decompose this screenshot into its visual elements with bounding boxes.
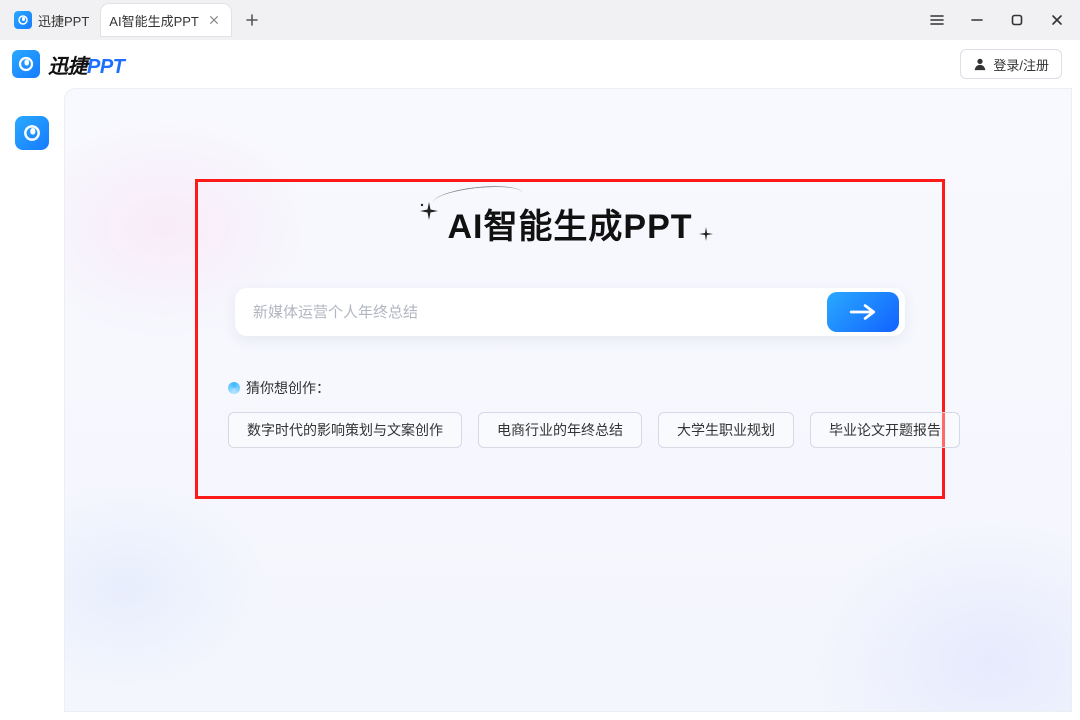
prompt-input[interactable]: [253, 292, 827, 332]
sparkle-icon: [419, 201, 439, 226]
suggestions-label: 猜你想创作：: [228, 378, 960, 398]
tab-label: AI智能生成PPT: [109, 11, 199, 30]
left-rail: [0, 88, 64, 720]
brand-icon: [12, 50, 40, 78]
sparkle-icon: [228, 382, 240, 394]
sparkle-icon: [699, 227, 713, 246]
suggestion-chip[interactable]: 数字时代的影响策划与文案创作: [228, 412, 462, 448]
hero: AI智能生成PPT 猜你想创作： 数字时代: [230, 199, 910, 448]
content-area: AI智能生成PPT 猜你想创作： 数字时代: [64, 88, 1072, 712]
tab-home[interactable]: 迅捷PPT: [6, 4, 99, 36]
app-header: 迅捷PPT 登录/注册: [0, 40, 1080, 88]
user-icon: [973, 57, 987, 71]
suggestion-chip[interactable]: 大学生职业规划: [658, 412, 794, 448]
close-icon[interactable]: [207, 13, 221, 27]
prompt-row: [235, 288, 905, 336]
login-button[interactable]: 登录/注册: [960, 49, 1062, 79]
maximize-button[interactable]: [1006, 9, 1028, 31]
minimize-button[interactable]: [966, 9, 988, 31]
suggestion-chip[interactable]: 毕业论文开题报告: [810, 412, 960, 448]
new-tab-button[interactable]: [239, 7, 265, 33]
generate-button[interactable]: [827, 292, 899, 332]
arrow-right-icon: [848, 303, 878, 321]
login-label: 登录/注册: [993, 55, 1049, 74]
tab-ai-generate[interactable]: AI智能生成PPT: [101, 4, 231, 36]
suggestion-chip[interactable]: 电商行业的年终总结: [478, 412, 642, 448]
menu-icon[interactable]: [926, 9, 948, 31]
brand: 迅捷PPT: [12, 50, 124, 79]
brand-text: 迅捷PPT: [48, 50, 124, 79]
app-icon: [14, 11, 32, 29]
suggestion-chips: 数字时代的影响策划与文案创作 电商行业的年终总结 大学生职业规划 毕业论文开题报…: [228, 412, 960, 448]
rail-app-icon[interactable]: [15, 116, 49, 150]
close-window-button[interactable]: [1046, 9, 1068, 31]
titlebar: 迅捷PPT AI智能生成PPT: [0, 0, 1080, 40]
tab-label: 迅捷PPT: [38, 11, 89, 30]
